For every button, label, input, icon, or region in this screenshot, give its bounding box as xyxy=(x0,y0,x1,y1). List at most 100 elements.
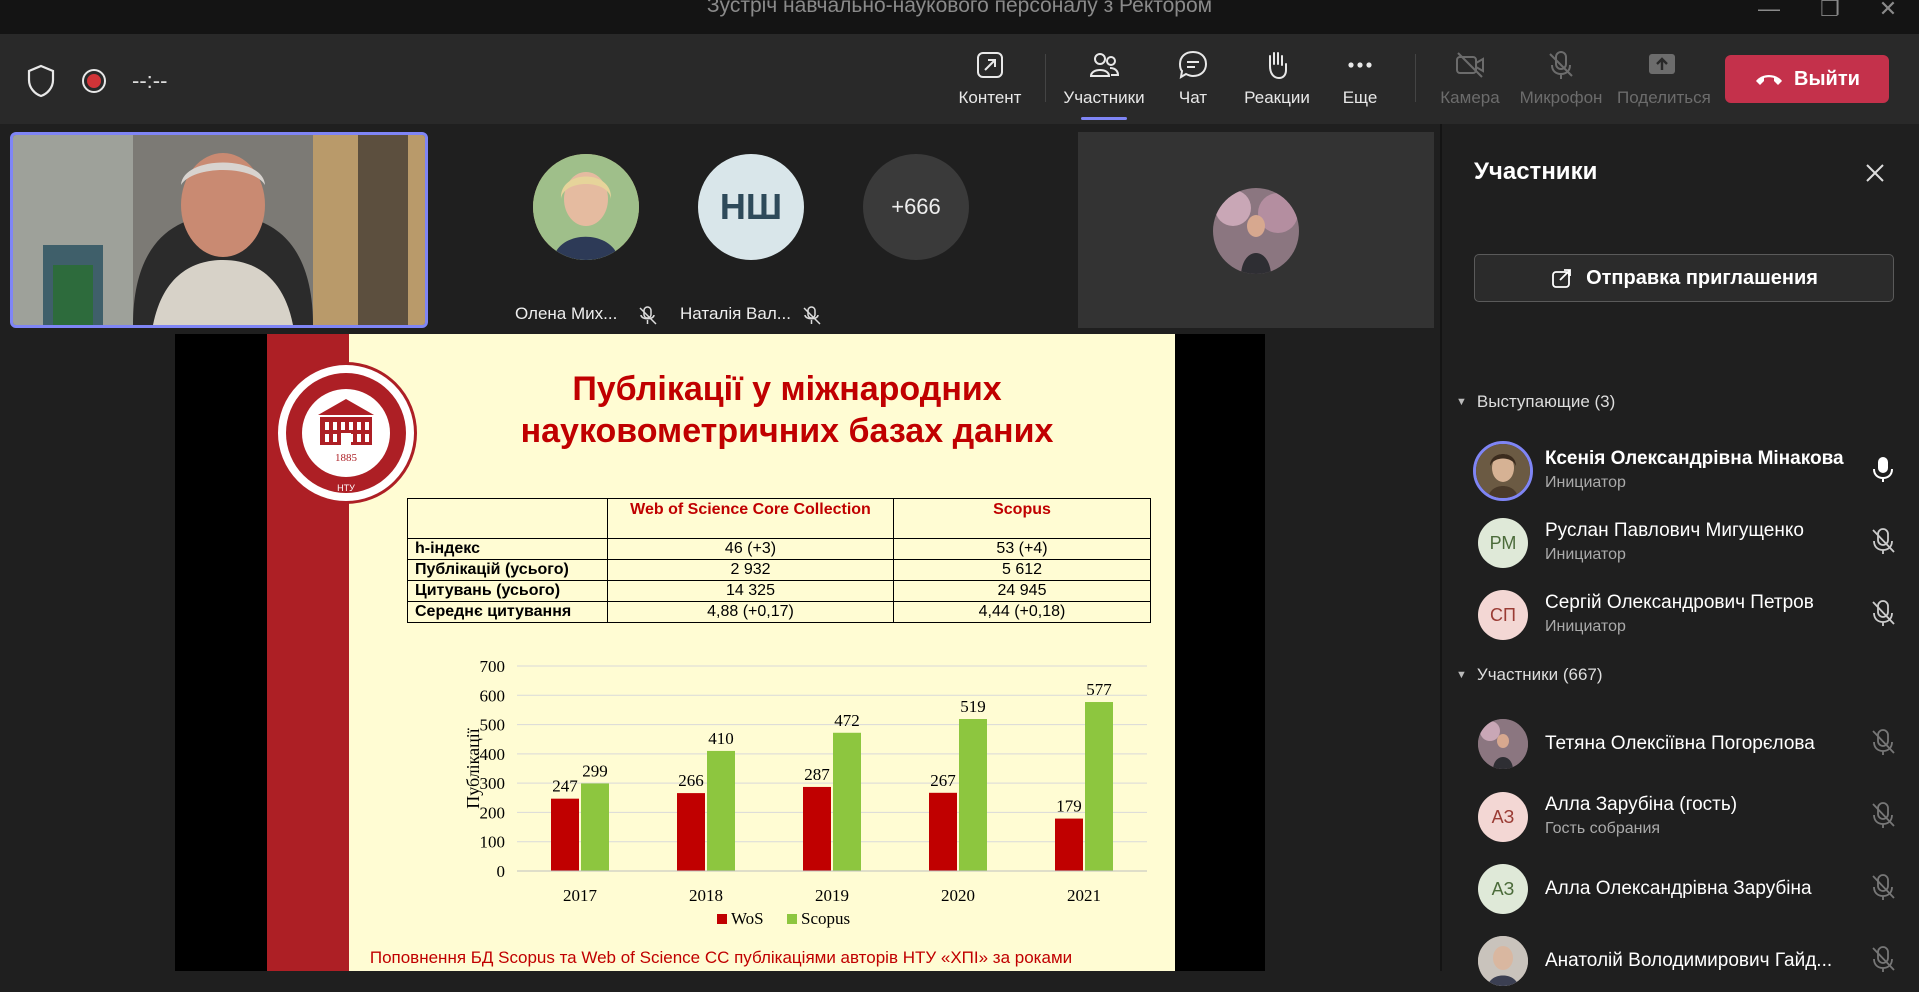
mic-muted-icon xyxy=(1872,729,1895,755)
shared-screen: 1885 НТУ Публікації у міжнародних науков… xyxy=(175,334,1265,971)
mic-muted-icon[interactable] xyxy=(1868,598,1898,628)
legend-label: WoS xyxy=(731,909,764,928)
participant-name: Анатолій Володимирович Гайд... xyxy=(1545,950,1833,971)
svg-text:1885: 1885 xyxy=(335,452,358,464)
avatar: РМ xyxy=(1478,518,1528,568)
table-header-row: Web of Science Core Collection Scopus xyxy=(407,498,1151,539)
minimize-button[interactable]: — xyxy=(1749,0,1789,22)
data-label: 410 xyxy=(708,729,734,748)
mic-off-icon xyxy=(1549,51,1573,79)
active-tab-indicator xyxy=(1081,117,1127,120)
shield-icon[interactable] xyxy=(26,64,56,98)
close-icon[interactable] xyxy=(1860,158,1890,188)
speakers-section-header[interactable]: ▼ Выступающие (3) xyxy=(1456,392,1615,412)
attendees-section-header[interactable]: ▼ Участники (667) xyxy=(1456,665,1603,685)
table-row: Середнє цитування 4,88 (+0,17) 4,44 (+0,18… xyxy=(407,601,1151,623)
participant-role: Инициатор xyxy=(1545,474,1626,491)
participant-row[interactable]: Ксенія Олександрівна Мінакова Инициатор xyxy=(1472,440,1902,502)
data-label: 299 xyxy=(582,761,608,780)
table-row: h-індекс 46 (+3) 53 (+4) xyxy=(407,538,1151,560)
y-tick-label: 600 xyxy=(480,686,506,705)
bar-scopus xyxy=(581,783,609,871)
bar-wos xyxy=(677,793,705,871)
participant-row[interactable]: Тетяна Олексіївна Погорєлова xyxy=(1472,713,1902,775)
participant-video-tile[interactable] xyxy=(1078,132,1434,328)
camera-button[interactable]: Камера xyxy=(1425,48,1515,108)
leave-button[interactable]: Выйти xyxy=(1725,55,1889,103)
x-tick-label: 2018 xyxy=(689,886,723,905)
participant-row[interactable]: Анатолій Володимирович Гайд... xyxy=(1472,930,1902,992)
recording-icon xyxy=(82,69,106,93)
avatar xyxy=(1478,936,1528,986)
participant-avatar[interactable] xyxy=(533,154,639,260)
participant-name: Алла Зарубіна (гость) xyxy=(1545,794,1738,815)
data-label: 247 xyxy=(552,777,578,796)
meeting-toolbar: --:-- Контент Участники Чат Реакции Еще … xyxy=(0,34,1919,124)
participants-button[interactable]: Участники xyxy=(1059,48,1149,120)
participant-photo xyxy=(533,154,639,260)
participant-name: Руслан Павлович Мигущенко xyxy=(1545,520,1804,541)
share-invite-icon xyxy=(1552,269,1571,288)
overflow-participants-button[interactable]: +666 xyxy=(863,154,969,260)
data-label: 267 xyxy=(930,771,956,790)
participant-avatar[interactable]: НШ xyxy=(698,154,804,260)
data-label: 472 xyxy=(834,711,860,730)
legend-swatch xyxy=(787,914,797,924)
participant-name: Тетяна Олексіївна Погорєлова xyxy=(1545,733,1815,754)
bar-wos xyxy=(551,798,579,871)
send-invite-button[interactable]: Отправка приглашения xyxy=(1474,254,1894,302)
legend-swatch xyxy=(717,914,727,924)
avatar xyxy=(1478,719,1528,769)
bar-wos xyxy=(929,792,957,871)
slide-footer-note: Поповнення БД Scopus та Web of Science C… xyxy=(369,948,1073,967)
meeting-stage: Олена Мих... НШ Наталія Вал... +666 1885… xyxy=(0,124,1440,971)
participant-row[interactable]: РМ Руслан Павлович Мигущенко Инициатор xyxy=(1472,512,1902,574)
reactions-button[interactable]: Реакции xyxy=(1232,48,1322,108)
publications-bar-chart: 0 100 200 300 400 500 600 700 Публікації 247299 20… xyxy=(463,657,1147,928)
participant-name: Ксенія Олександрівна Мінакова xyxy=(1545,448,1844,469)
y-axis-label: Публікації xyxy=(463,728,483,809)
participant-role: Инициатор xyxy=(1545,546,1626,563)
metrics-table: Web of Science Core Collection Scopus h-… xyxy=(407,498,1151,623)
y-tick-label: 0 xyxy=(497,862,506,881)
participant-row[interactable]: АЗ Алла Зарубіна (гость) Гость собрания xyxy=(1472,786,1902,848)
mic-muted-icon xyxy=(1872,802,1895,828)
bar-wos xyxy=(1055,818,1083,871)
mic-muted-icon xyxy=(639,306,657,325)
speaker-video[interactable] xyxy=(10,132,428,328)
y-tick-label: 400 xyxy=(480,745,506,764)
bar-scopus xyxy=(959,719,987,871)
mic-muted-icon[interactable] xyxy=(1868,526,1898,556)
hang-up-icon xyxy=(1756,75,1783,85)
title-bar: Зустріч навчально-наукового персоналу з … xyxy=(0,0,1919,34)
participant-row[interactable]: АЗ Алла Олександрівна Зарубіна xyxy=(1472,858,1902,920)
participant-role: Гость собрания xyxy=(1545,820,1661,837)
content-button[interactable]: Контент xyxy=(945,48,1035,108)
presentation-slide: 1885 НТУ Публікації у міжнародних науков… xyxy=(267,334,1175,971)
mic-on-icon[interactable] xyxy=(1868,454,1898,484)
chat-icon xyxy=(1178,50,1208,79)
close-window-button[interactable]: ✕ xyxy=(1868,0,1908,22)
more-button[interactable]: Еще xyxy=(1315,48,1405,108)
avatar xyxy=(1473,441,1533,501)
participant-name: Сергій Олександрович Петров xyxy=(1545,592,1814,613)
bar-wos xyxy=(803,786,831,871)
chat-button[interactable]: Чат xyxy=(1148,48,1238,108)
y-tick-label: 300 xyxy=(480,774,506,793)
participant-avatar xyxy=(1213,188,1299,274)
microphone-button[interactable]: Микрофон xyxy=(1516,48,1606,108)
people-icon xyxy=(1089,53,1120,77)
y-tick-label: 700 xyxy=(480,657,506,676)
y-tick-label: 200 xyxy=(480,803,506,822)
restore-button[interactable]: ❐ xyxy=(1810,0,1850,22)
y-tick-label: 500 xyxy=(480,716,506,735)
participant-name: Наталія Вал... xyxy=(680,304,791,323)
meeting-title: Зустріч навчально-наукового персоналу з … xyxy=(706,0,1213,17)
share-button[interactable]: Поделиться xyxy=(1617,48,1711,108)
participant-row[interactable]: СП Сергій Олександрович Петров Инициатор xyxy=(1472,584,1902,646)
x-tick-label: 2021 xyxy=(1067,886,1101,905)
slide-title: Публікації у міжнародних науковометрични… xyxy=(520,370,1054,450)
data-label: 519 xyxy=(960,697,986,716)
data-label: 287 xyxy=(804,765,830,784)
share-icon xyxy=(1649,54,1675,74)
